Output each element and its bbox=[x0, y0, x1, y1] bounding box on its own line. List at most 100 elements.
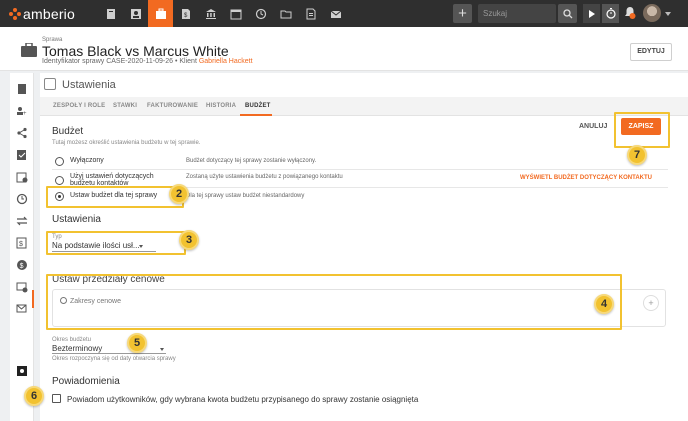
price-ranges-placeholder: Zakresy cenowe bbox=[60, 297, 121, 305]
step-badge-5: 5 bbox=[127, 333, 147, 353]
budget-option-disabled[interactable]: Wyłączony Budżet dotyczący tej sprawy zo… bbox=[48, 155, 668, 169]
billing-icon[interactable]: $ bbox=[16, 237, 28, 249]
svg-text:$: $ bbox=[20, 263, 24, 270]
people-icon[interactable]: + bbox=[16, 105, 28, 117]
tab-history[interactable]: HISTORIA bbox=[206, 103, 236, 109]
timer-icon[interactable] bbox=[16, 193, 28, 205]
step-badge-2: 2 bbox=[169, 184, 189, 204]
period-hint: Okres rozpoczyna się od daty otwarcia sp… bbox=[52, 356, 176, 362]
chevron-down-icon[interactable] bbox=[160, 348, 164, 351]
case-sidebar: + $ $ bbox=[10, 73, 34, 421]
money-icon[interactable]: $ bbox=[16, 259, 28, 271]
step-badge-6: 6 bbox=[24, 386, 44, 406]
tab-billing[interactable]: FAKTUROWANIE bbox=[147, 103, 198, 109]
invoice-icon[interactable] bbox=[298, 0, 323, 27]
mail-icon[interactable] bbox=[323, 0, 348, 27]
add-range-button[interactable]: + bbox=[643, 295, 659, 311]
select-underline bbox=[52, 353, 166, 354]
global-search-input[interactable]: Szukaj wszystkiego... bbox=[478, 4, 556, 37]
settings-icon[interactable] bbox=[16, 365, 28, 377]
option-label: Ustaw budżet dla tej sprawy bbox=[70, 192, 158, 199]
option-label: Użyj ustawień dotyczących budżetu kontak… bbox=[70, 173, 154, 187]
option-label: Wyłączony bbox=[70, 157, 104, 164]
view-contact-budget-link[interactable]: WYŚWIETL BUDŻET DOTYCZĄCY KONTAKTU bbox=[520, 175, 652, 181]
user-menu-chevron-down-icon[interactable] bbox=[665, 12, 671, 16]
step-badge-4: 4 bbox=[594, 294, 614, 314]
history-icon[interactable] bbox=[248, 0, 273, 27]
period-label: Okres budżetu bbox=[52, 337, 92, 343]
active-tab-underline bbox=[240, 114, 272, 116]
search-icon[interactable] bbox=[558, 4, 577, 23]
notifications-bell-icon[interactable] bbox=[624, 6, 636, 20]
book-icon[interactable] bbox=[16, 83, 28, 95]
cancel-button[interactable]: ANULUJ bbox=[579, 123, 607, 130]
add-new-button[interactable]: + bbox=[453, 4, 472, 23]
book-icon[interactable] bbox=[98, 0, 123, 27]
step-badge-7: 7 bbox=[627, 145, 647, 165]
divider bbox=[52, 187, 668, 188]
amberio-logo[interactable]: amberio bbox=[9, 5, 75, 22]
option-description: Budżet dotyczący tej sprawy zostanie wył… bbox=[186, 158, 317, 164]
page-title: Tomas Black vs Marcus White bbox=[42, 43, 229, 59]
settings-icon bbox=[44, 78, 56, 90]
folder-icon[interactable] bbox=[273, 0, 298, 27]
checklist-icon[interactable] bbox=[16, 149, 28, 161]
bank-icon[interactable] bbox=[198, 0, 223, 27]
mail-clock-icon[interactable] bbox=[16, 281, 28, 293]
case-id-label: Identyfikator sprawy bbox=[42, 58, 105, 65]
option-description: Dla tej sprawy ustaw budżet niestandardo… bbox=[186, 193, 305, 199]
settings-heading: Ustawienia bbox=[52, 214, 101, 225]
stopwatch-icon[interactable] bbox=[602, 4, 619, 23]
mail-check-icon[interactable] bbox=[16, 303, 28, 315]
briefcase-icon bbox=[21, 42, 37, 57]
calendar-check-icon[interactable] bbox=[16, 171, 28, 183]
case-meta: Identyfikator sprawy CASE-2020-11-09-26 … bbox=[42, 58, 253, 65]
share-icon[interactable] bbox=[16, 127, 28, 139]
clock-icon bbox=[60, 297, 67, 304]
notify-checkbox-label[interactable]: Powiadom użytkowników, gdy wybrana kwota… bbox=[67, 395, 418, 404]
document-icon[interactable]: $ bbox=[173, 0, 198, 27]
user-avatar[interactable] bbox=[643, 4, 661, 22]
svg-text:$: $ bbox=[19, 241, 23, 248]
contacts-icon[interactable] bbox=[123, 0, 148, 27]
price-ranges-heading: Ustaw przedziały cenowe bbox=[52, 274, 165, 285]
settings-tabs bbox=[40, 97, 688, 116]
main-nav: $ bbox=[98, 0, 348, 27]
divider bbox=[52, 169, 668, 170]
notifications-heading: Powiadomienia bbox=[52, 376, 120, 387]
section-title: Ustawienia bbox=[62, 79, 116, 91]
case-id-value: CASE-2020-11-09-26 bbox=[106, 58, 174, 65]
calendar-icon[interactable] bbox=[223, 0, 248, 27]
client-label: Klient bbox=[179, 58, 197, 65]
step-badge-3: 3 bbox=[179, 230, 199, 250]
radio-disabled[interactable] bbox=[55, 157, 64, 166]
price-ranges-label: Zakresy cenowe bbox=[70, 298, 121, 305]
sidebar-active-indicator bbox=[32, 290, 34, 308]
select-underline bbox=[52, 251, 156, 252]
briefcase-icon[interactable] bbox=[148, 0, 173, 27]
price-ranges-box[interactable] bbox=[52, 289, 666, 327]
tab-teams-roles[interactable]: ZESPOŁY I ROLE bbox=[53, 103, 105, 109]
meta-separator: • bbox=[174, 58, 178, 65]
tab-rates[interactable]: STAWKI bbox=[113, 103, 137, 109]
chevron-down-icon[interactable] bbox=[139, 245, 143, 248]
edit-case-button[interactable]: EDYTUJ bbox=[630, 43, 672, 61]
period-select[interactable]: Bezterminowy bbox=[52, 344, 102, 353]
budget-subtitle: Tutaj możesz określić ustawienia budżetu… bbox=[52, 140, 201, 146]
logo-mark-icon bbox=[9, 7, 21, 20]
radio-contact-budget[interactable] bbox=[55, 176, 64, 185]
budget-option-custom[interactable]: Ustaw budżet dla tej sprawy Dla tej spra… bbox=[48, 190, 668, 204]
type-select[interactable]: Na podstawie ilości usł... bbox=[52, 241, 140, 250]
type-label: Typ bbox=[52, 234, 62, 240]
tab-budget[interactable]: BUDŻET bbox=[245, 103, 271, 109]
budget-heading: Budżet bbox=[52, 126, 84, 137]
transfer-icon[interactable] bbox=[16, 215, 28, 227]
radio-custom-budget[interactable] bbox=[55, 192, 64, 201]
save-button[interactable]: ZAPISZ bbox=[621, 118, 661, 135]
client-link[interactable]: Gabriella Hackett bbox=[199, 58, 253, 65]
logo-text: amberio bbox=[23, 5, 75, 22]
play-timer-icon[interactable] bbox=[583, 4, 600, 23]
option-description: Zostaną użyte ustawienia budżetu z powią… bbox=[186, 174, 343, 180]
notify-checkbox[interactable] bbox=[52, 394, 61, 403]
svg-text:+: + bbox=[23, 111, 27, 117]
